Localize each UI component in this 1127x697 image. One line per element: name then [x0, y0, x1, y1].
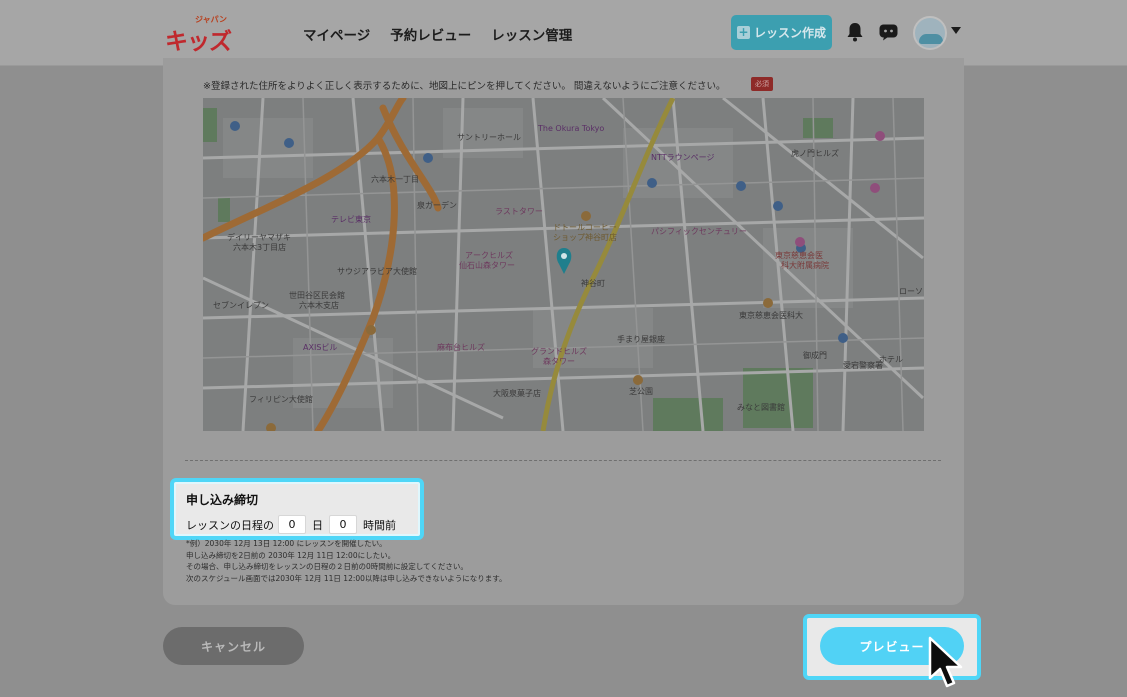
svg-text:サントリーホール: サントリーホール	[457, 133, 521, 142]
example-line: *例）2030年 12月 13日 12:00 にレッスンを開催したい。	[186, 539, 387, 548]
map-notice: ※登録された住所をよりよく正しく表示するために、地図上にピンを押してください。 …	[203, 81, 726, 92]
svg-text:麻布台ヒルズ: 麻布台ヒルズ	[437, 342, 485, 352]
days-unit: 日	[312, 518, 323, 532]
svg-text:世田谷区民会館: 世田谷区民会館	[289, 290, 345, 300]
deadline-days-input[interactable]: 0	[278, 515, 306, 534]
deadline-row: レッスンの日程の 0 日 0 時間前	[186, 515, 398, 534]
svg-text:AXISビル: AXISビル	[303, 343, 337, 352]
svg-text:アークヒルズ: アークヒルズ	[465, 250, 513, 260]
location-map[interactable]: サントリーホール The Okura Tokyo NTTラウンページ 六本木一丁…	[203, 98, 924, 431]
example-line: 次のスケジュール画面では2030年 12月 11日 12:00以降は申し込みでき…	[186, 573, 507, 583]
app-header: ジャパン キッズ マイページ 予約レビュー レッスン管理 + レッスン作成	[0, 0, 1127, 66]
example-line: その場合、申し込み締切をレッスンの日程の２日前の0時間前に設定してください。	[186, 562, 468, 571]
svg-text:ショップ神谷町店: ショップ神谷町店	[553, 232, 617, 242]
svg-text:東京慈恵会医科大: 東京慈恵会医科大	[739, 310, 803, 320]
svg-text:神谷町: 神谷町	[581, 278, 605, 288]
main-nav: マイページ 予約レビュー レッスン管理	[303, 24, 572, 44]
svg-text:泉ガーデン: 泉ガーデン	[417, 200, 457, 210]
svg-text:森タワー: 森タワー	[543, 356, 575, 366]
svg-text:ローソン: ローソン	[899, 287, 924, 296]
svg-text:御成門: 御成門	[803, 350, 827, 360]
svg-text:大阪泉菓子店: 大阪泉菓子店	[493, 388, 541, 398]
section-divider	[185, 460, 941, 461]
svg-text:手まり屋銀座: 手まり屋銀座	[617, 334, 665, 344]
chevron-down-icon[interactable]	[951, 27, 961, 34]
svg-text:テレビ東京: テレビ東京	[331, 214, 371, 224]
chat-icon[interactable]	[879, 24, 898, 41]
svg-text:東京慈恵会医: 東京慈恵会医	[775, 250, 823, 260]
svg-text:ラストタワー: ラストタワー	[495, 207, 543, 216]
svg-text:グランドヒルズ: グランドヒルズ	[531, 346, 587, 356]
nav-reservation-review[interactable]: 予約レビュー	[390, 24, 471, 44]
create-lesson-button[interactable]: + レッスン作成	[731, 15, 832, 50]
svg-text:仙石山森タワー: 仙石山森タワー	[459, 260, 515, 270]
application-deadline-section: 申し込み締切 レッスンの日程の 0 日 0 時間前	[170, 478, 424, 540]
svg-text:サウジアラビア大使館: サウジアラビア大使館	[337, 266, 417, 276]
logo-title: キッズ	[165, 29, 232, 55]
svg-text:ドトールコーヒー: ドトールコーヒー	[553, 223, 617, 232]
map-canvas[interactable]: サントリーホール The Okura Tokyo NTTラウンページ 六本木一丁…	[203, 98, 924, 431]
svg-text:フィリピン大使館: フィリピン大使館	[249, 394, 313, 404]
deadline-hours-input[interactable]: 0	[329, 515, 357, 534]
svg-text:デイリーヤマザキ: デイリーヤマザキ	[227, 232, 291, 242]
svg-text:愛宕警察署: 愛宕警察署	[843, 360, 883, 370]
example-line: 申し込み締切を2日前の 2030年 12月 11日 12:00にしたい。	[186, 550, 396, 560]
deadline-example-text: *例）2030年 12月 13日 12:00 にレッスンを開催したい。 申し込み…	[186, 538, 507, 584]
svg-text:パシフィックセンチュリー: パシフィックセンチュリー	[651, 227, 747, 236]
svg-text:六本木支店: 六本木支店	[299, 300, 339, 310]
cancel-button[interactable]: キャンセル	[163, 627, 304, 665]
logo[interactable]: ジャパン キッズ	[165, 14, 245, 55]
required-badge: 必須	[751, 77, 773, 91]
deadline-prefix: レッスンの日程の	[186, 518, 274, 532]
create-lesson-label: レッスン作成	[753, 26, 826, 40]
plus-icon: +	[736, 25, 750, 39]
bell-icon[interactable]	[846, 22, 864, 42]
svg-text:みなと図書館: みなと図書館	[737, 402, 785, 412]
mouse-pointer-icon	[928, 636, 963, 688]
nav-mypage[interactable]: マイページ	[303, 24, 370, 44]
avatar[interactable]	[913, 16, 947, 50]
svg-text:六本木一丁目: 六本木一丁目	[371, 174, 419, 184]
deadline-title: 申し込み締切	[186, 493, 259, 507]
svg-text:NTTラウンページ: NTTラウンページ	[651, 153, 714, 162]
svg-text:六本木3丁目店: 六本木3丁目店	[233, 242, 286, 252]
nav-lesson-management[interactable]: レッスン管理	[491, 24, 572, 44]
hours-unit: 時間前	[363, 518, 396, 532]
svg-text:セブンイレブン: セブンイレブン	[213, 300, 269, 310]
svg-text:芝公園: 芝公園	[629, 386, 653, 396]
avatar-image	[919, 34, 943, 44]
svg-text:科大附属病院: 科大附属病院	[781, 260, 829, 270]
svg-text:虎ノ門ヒルズ: 虎ノ門ヒルズ	[791, 148, 839, 158]
svg-text:The Okura Tokyo: The Okura Tokyo	[537, 124, 604, 133]
